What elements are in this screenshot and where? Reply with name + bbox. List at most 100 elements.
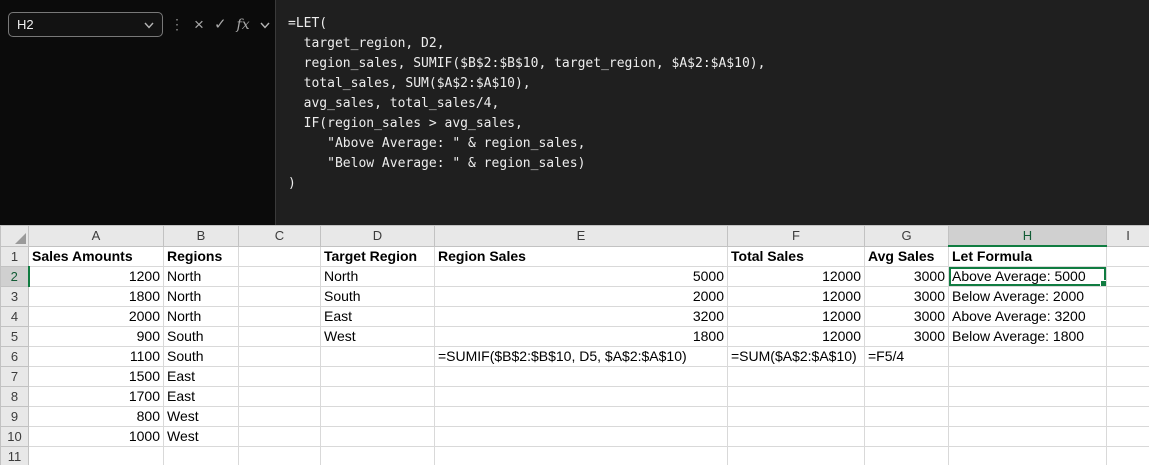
- cell-C11[interactable]: [238, 446, 321, 465]
- cell-G6[interactable]: =F5/4: [864, 346, 949, 367]
- cell-I6[interactable]: [1106, 346, 1149, 367]
- cell-I2[interactable]: [1106, 266, 1149, 287]
- cell-A10[interactable]: 1000: [28, 426, 164, 447]
- cell-F1[interactable]: Total Sales: [727, 245, 865, 267]
- cell-D3[interactable]: South: [320, 286, 435, 307]
- select-all-corner[interactable]: [0, 225, 29, 247]
- cell-D2[interactable]: North: [320, 266, 435, 287]
- cell-G11[interactable]: [864, 446, 949, 465]
- cell-H4[interactable]: Above Average: 3200: [948, 306, 1107, 327]
- cell-E9[interactable]: [434, 406, 728, 427]
- cell-G2[interactable]: 3000: [864, 266, 949, 287]
- column-header-C[interactable]: C: [238, 225, 321, 247]
- cell-I9[interactable]: [1106, 406, 1149, 427]
- cell-B1[interactable]: Regions: [163, 245, 239, 267]
- cell-H11[interactable]: [948, 446, 1107, 465]
- cell-D7[interactable]: [320, 366, 435, 387]
- cell-A9[interactable]: 800: [28, 406, 164, 427]
- column-header-G[interactable]: G: [864, 225, 949, 247]
- cell-F10[interactable]: [727, 426, 865, 447]
- cell-I1[interactable]: [1106, 245, 1149, 267]
- cell-G1[interactable]: Avg Sales: [864, 245, 949, 267]
- cell-A8[interactable]: 1700: [28, 386, 164, 407]
- cell-C1[interactable]: [238, 245, 321, 267]
- cell-C2[interactable]: [238, 266, 321, 287]
- cell-F6[interactable]: =SUM($A$2:$A$10): [727, 346, 865, 367]
- column-header-H[interactable]: H: [948, 225, 1107, 247]
- row-header-6[interactable]: 6: [0, 346, 29, 367]
- cell-A3[interactable]: 1800: [28, 286, 164, 307]
- cell-G7[interactable]: [864, 366, 949, 387]
- cell-E11[interactable]: [434, 446, 728, 465]
- enter-icon[interactable]: ✓: [214, 17, 227, 32]
- name-box[interactable]: H2: [8, 12, 163, 37]
- row-header-9[interactable]: 9: [0, 406, 29, 427]
- cell-A5[interactable]: 900: [28, 326, 164, 347]
- cell-I5[interactable]: [1106, 326, 1149, 347]
- cell-A6[interactable]: 1100: [28, 346, 164, 367]
- cell-I11[interactable]: [1106, 446, 1149, 465]
- insert-function-icon[interactable]: fx: [237, 18, 250, 32]
- cell-H3[interactable]: Below Average: 2000: [948, 286, 1107, 307]
- cell-C5[interactable]: [238, 326, 321, 347]
- cell-D5[interactable]: West: [320, 326, 435, 347]
- row-header-4[interactable]: 4: [0, 306, 29, 327]
- column-header-A[interactable]: A: [28, 225, 164, 247]
- row-header-7[interactable]: 7: [0, 366, 29, 387]
- row-header-3[interactable]: 3: [0, 286, 29, 307]
- cell-G5[interactable]: 3000: [864, 326, 949, 347]
- cell-A7[interactable]: 1500: [28, 366, 164, 387]
- cell-H9[interactable]: [948, 406, 1107, 427]
- cell-G10[interactable]: [864, 426, 949, 447]
- column-header-D[interactable]: D: [320, 225, 435, 247]
- cell-B11[interactable]: [163, 446, 239, 465]
- cell-B10[interactable]: West: [163, 426, 239, 447]
- row-header-1[interactable]: 1: [0, 245, 29, 267]
- cell-H10[interactable]: [948, 426, 1107, 447]
- cell-F7[interactable]: [727, 366, 865, 387]
- row-header-11[interactable]: 11: [0, 446, 29, 465]
- cell-H6[interactable]: [948, 346, 1107, 367]
- cell-E7[interactable]: [434, 366, 728, 387]
- cell-C6[interactable]: [238, 346, 321, 367]
- cell-H5[interactable]: Below Average: 1800: [948, 326, 1107, 347]
- cell-D6[interactable]: [320, 346, 435, 367]
- cell-F4[interactable]: 12000: [727, 306, 865, 327]
- cell-E8[interactable]: [434, 386, 728, 407]
- cell-F11[interactable]: [727, 446, 865, 465]
- cell-D8[interactable]: [320, 386, 435, 407]
- cell-D11[interactable]: [320, 446, 435, 465]
- column-header-I[interactable]: I: [1106, 225, 1149, 247]
- row-header-10[interactable]: 10: [0, 426, 29, 447]
- cell-I3[interactable]: [1106, 286, 1149, 307]
- cell-A1[interactable]: Sales Amounts: [28, 245, 164, 267]
- cell-C8[interactable]: [238, 386, 321, 407]
- cell-G9[interactable]: [864, 406, 949, 427]
- cell-E4[interactable]: 3200: [434, 306, 728, 327]
- cell-I4[interactable]: [1106, 306, 1149, 327]
- cell-D10[interactable]: [320, 426, 435, 447]
- cell-C3[interactable]: [238, 286, 321, 307]
- cell-G8[interactable]: [864, 386, 949, 407]
- cell-D1[interactable]: Target Region: [320, 245, 435, 267]
- cell-E2[interactable]: 5000: [434, 266, 728, 287]
- cell-D9[interactable]: [320, 406, 435, 427]
- cell-C7[interactable]: [238, 366, 321, 387]
- cell-F5[interactable]: 12000: [727, 326, 865, 347]
- cell-A4[interactable]: 2000: [28, 306, 164, 327]
- cell-H2[interactable]: Above Average: 5000: [948, 266, 1107, 287]
- cell-I10[interactable]: [1106, 426, 1149, 447]
- cell-I8[interactable]: [1106, 386, 1149, 407]
- cell-G3[interactable]: 3000: [864, 286, 949, 307]
- cell-F3[interactable]: 12000: [727, 286, 865, 307]
- cell-C9[interactable]: [238, 406, 321, 427]
- cell-B8[interactable]: East: [163, 386, 239, 407]
- cancel-icon[interactable]: ×: [194, 16, 204, 33]
- row-header-5[interactable]: 5: [0, 326, 29, 347]
- cell-E5[interactable]: 1800: [434, 326, 728, 347]
- cell-D4[interactable]: East: [320, 306, 435, 327]
- cell-A11[interactable]: [28, 446, 164, 465]
- cell-H7[interactable]: [948, 366, 1107, 387]
- cell-F2[interactable]: 12000: [727, 266, 865, 287]
- cell-E10[interactable]: [434, 426, 728, 447]
